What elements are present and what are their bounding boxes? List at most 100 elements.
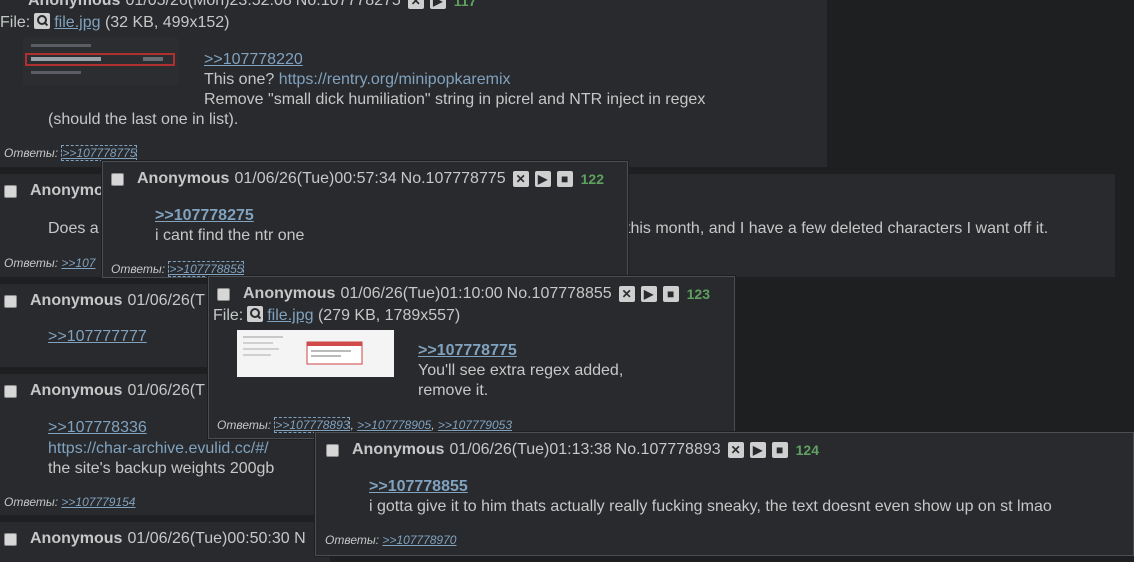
post-thumbnail[interactable] xyxy=(237,330,394,377)
hide-icon[interactable]: ✕ xyxy=(727,442,744,458)
post-count: 124 xyxy=(795,442,819,458)
quote-link[interactable]: >>107777777 xyxy=(48,328,147,345)
post-number[interactable]: No.107778775 xyxy=(401,170,506,188)
post-text: You'll see extra regex added, xyxy=(418,362,624,379)
external-link[interactable]: https://rentry.org/minipopkaremix xyxy=(279,71,511,88)
reply-link[interactable]: >>107778905 xyxy=(357,418,431,432)
quote-link[interactable]: >>107778220 xyxy=(204,51,303,68)
poster-name: Anonymous xyxy=(30,292,123,309)
replies-label: Ответы: xyxy=(4,495,59,509)
post-header: Anonymous 01/06/26(T xyxy=(4,382,205,400)
post-count: 122 xyxy=(580,171,604,187)
file-label: File: xyxy=(213,307,244,324)
reply-link[interactable]: >>107778893 xyxy=(274,417,351,433)
file-link[interactable]: file.jpg xyxy=(267,307,313,324)
replies-label: Ответы: xyxy=(4,256,59,270)
post-datetime: 01/06/26(Tue)01:13:38 xyxy=(449,441,612,458)
play-icon[interactable]: ▶ xyxy=(429,0,446,9)
hide-icon[interactable]: ✕ xyxy=(407,0,424,9)
file-info: File: file.jpg (32 KB, 499x152) xyxy=(0,13,229,32)
select-checkbox[interactable] xyxy=(111,172,124,186)
select-checkbox[interactable] xyxy=(326,443,339,457)
magnify-icon[interactable] xyxy=(247,306,264,322)
post-datetime: 01/06/26(Tue)01:10:00 xyxy=(340,285,503,302)
thumbnail-image xyxy=(237,330,394,377)
poster-name: Anonymous xyxy=(28,0,121,9)
play-icon[interactable]: ▶ xyxy=(534,171,551,187)
replies-label: Ответы: xyxy=(111,262,166,276)
reply-link[interactable]: >>107778775 xyxy=(61,145,138,161)
replies-label: Ответы: xyxy=(325,533,380,547)
reply-link[interactable]: >>107779053 xyxy=(438,418,512,432)
external-link[interactable]: https://char-archive.evulid.cc/#/ xyxy=(48,440,269,457)
file-link[interactable]: file.jpg xyxy=(54,14,100,31)
post-datetime: 01/06/26(Tue)00:50:30 N xyxy=(127,530,306,547)
replies-bar: Ответы: >>107779154 xyxy=(4,495,135,509)
play-icon[interactable]: ▶ xyxy=(640,286,657,302)
post-count: 117 xyxy=(453,0,477,9)
post-datetime: 01/05/26(Mon)23:52:08 xyxy=(125,0,292,9)
stop-icon[interactable]: ■ xyxy=(771,442,788,458)
post-text-line: This one? https://rentry.org/minipopkare… xyxy=(204,71,511,89)
poster-name: Anonymous xyxy=(30,530,123,547)
select-checkbox[interactable] xyxy=(4,384,17,398)
post-header: Anonymous 01/05/26(Mon)23:52:08 No.10777… xyxy=(0,0,476,10)
post-number[interactable]: No.107778275 xyxy=(296,0,401,10)
select-checkbox[interactable] xyxy=(4,532,17,546)
reply-link[interactable]: >>107 xyxy=(61,256,95,270)
reply-link[interactable]: >>107779154 xyxy=(61,495,135,509)
post-base-3: Anonymous 01/06/26(T >>107777777 xyxy=(0,284,230,367)
file-meta: (32 KB, 499x152) xyxy=(104,14,230,31)
select-checkbox[interactable] xyxy=(217,287,230,301)
post-datetime: 01/06/26(T xyxy=(127,382,205,399)
replies-bar: Ответы: >>107 xyxy=(4,256,95,270)
poster-name: Anonymous xyxy=(30,382,123,399)
file-meta: (279 KB, 1789x557) xyxy=(317,307,461,324)
replies-label: Ответы: xyxy=(4,146,59,160)
replies-label: Ответы: xyxy=(217,418,272,432)
post-thumbnail[interactable] xyxy=(23,38,178,85)
quote-link[interactable]: >>107778275 xyxy=(155,207,254,224)
post-datetime: 01/06/26(T xyxy=(127,292,205,309)
post-107778275: Anonymous 01/05/26(Mon)23:52:08 No.10777… xyxy=(0,0,827,167)
hide-icon[interactable]: ✕ xyxy=(618,286,635,302)
post-preview-107778855: Anonymous 01/06/26(Tue)01:10:00 No.10777… xyxy=(208,276,735,439)
quote-link[interactable]: >>107778775 xyxy=(418,342,517,359)
select-checkbox[interactable] xyxy=(4,294,17,308)
post-text: Remove "small dick humiliation" string i… xyxy=(204,91,706,108)
magnify-icon[interactable] xyxy=(34,13,51,29)
post-preview-107778775: Anonymous 01/06/26(Tue)00:57:34 No.10777… xyxy=(102,161,628,278)
poster-name: Anonymous xyxy=(352,441,445,458)
reply-link[interactable]: >>107778970 xyxy=(382,533,456,547)
quote-link[interactable]: >>107778855 xyxy=(369,478,468,495)
post-header: Anonymous 01/06/26(T xyxy=(4,292,205,310)
post-text: this month, and I have a few deleted cha… xyxy=(626,220,1049,237)
post-text: the site's backup weights 200gb xyxy=(48,460,275,477)
post-text: i gotta give it to him thats actually re… xyxy=(369,498,1052,515)
post-text: i cant find the ntr one xyxy=(155,227,305,244)
post-text: Does a xyxy=(48,220,99,237)
quote-link[interactable]: >>107778336 xyxy=(48,419,147,436)
post-header: Anonymous 01/06/26(Tue)01:10:00 No.10777… xyxy=(217,285,710,303)
post-header: Anonymous 01/06/26(Tue)01:13:38 No.10777… xyxy=(326,441,819,459)
post-text: This one? xyxy=(204,71,279,88)
file-info: File: file.jpg (279 KB, 1789x557) xyxy=(213,306,460,325)
replies-bar: Ответы: >>107778970 xyxy=(325,533,456,547)
post-number[interactable]: No.107778855 xyxy=(507,285,612,303)
post-number[interactable]: No.107778893 xyxy=(616,441,721,459)
stop-icon[interactable]: ■ xyxy=(556,171,573,187)
reply-link[interactable]: >>107778855 xyxy=(168,261,245,277)
post-header: Anonymous 01/06/26(Tue)00:57:34 No.10777… xyxy=(111,170,604,188)
play-icon[interactable]: ▶ xyxy=(749,442,766,458)
post-text: (should the last one in list). xyxy=(48,111,239,128)
stop-icon[interactable]: ■ xyxy=(662,286,679,302)
post-count: 123 xyxy=(686,286,710,302)
post-datetime: 01/06/26(Tue)00:57:34 xyxy=(234,170,397,187)
hide-icon[interactable]: ✕ xyxy=(512,171,529,187)
post-preview-107778893: Anonymous 01/06/26(Tue)01:13:38 No.10777… xyxy=(315,432,1134,556)
replies-bar: Ответы: >>107778855 xyxy=(111,261,245,277)
select-checkbox[interactable] xyxy=(4,184,17,198)
post-text: remove it. xyxy=(418,382,489,399)
replies-bar: Ответы: >>107778775 xyxy=(4,145,138,161)
post-base-5: Anonymous 01/06/26(Tue)00:50:30 N xyxy=(0,522,330,562)
